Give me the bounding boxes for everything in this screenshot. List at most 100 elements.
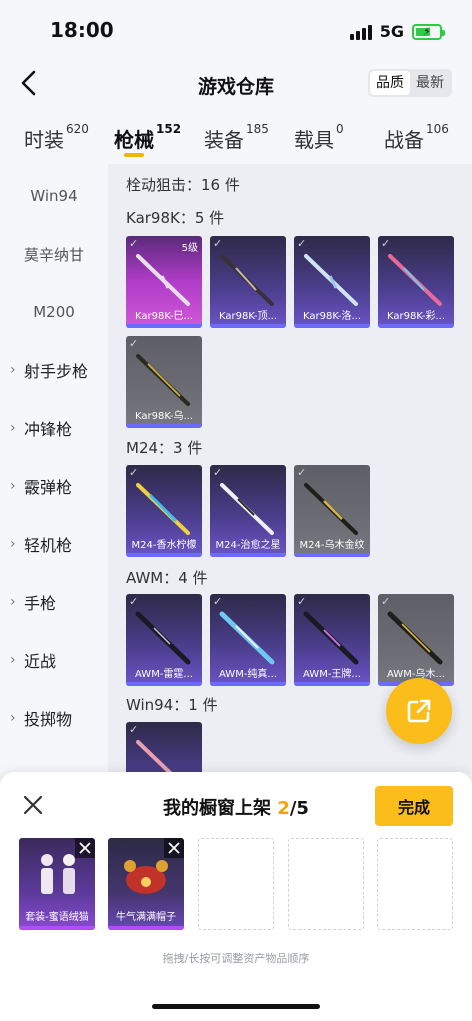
tab-count: 620 (66, 122, 89, 136)
sidebar-item-smg[interactable]: › 冲锋枪 (0, 406, 108, 450)
rarity-bar (108, 926, 184, 930)
tab-label: 枪械 (114, 128, 154, 152)
group-title-awm: AWM：4 件 (126, 569, 208, 587)
item-card[interactable]: ✓ AWM-王牌... (294, 594, 370, 686)
tab-outfits[interactable]: 时装 620 (24, 122, 89, 153)
item-name: Kar98K-彩... (387, 311, 445, 322)
battery-icon: ⚡ (412, 23, 445, 40)
back-button[interactable] (14, 68, 44, 98)
item-name: AWM-雷霆... (135, 669, 193, 680)
sidebar-item-win94[interactable]: Win94 (0, 174, 108, 218)
sidebar-item-label: 冲锋枪 (24, 420, 73, 439)
item-card[interactable]: ✓ M24-乌木金纹 (294, 465, 370, 557)
tab-supplies[interactable]: 战备 106 (384, 122, 449, 153)
signal-icon (349, 24, 372, 40)
close-icon (168, 842, 180, 854)
sidebar-item-shotgun[interactable]: › 霰弹枪 (0, 464, 108, 508)
item-card[interactable]: ✓ Kar98K-顶... (210, 236, 286, 328)
item-card[interactable]: ✓ (126, 722, 202, 774)
item-card[interactable]: ✓ Kar98K-乌... (126, 336, 202, 428)
sidebar-item-label: 射手步枪 (24, 362, 89, 381)
item-name: M24-治愈之星 (215, 540, 281, 551)
sidebar-item-label: 近战 (24, 652, 57, 671)
rarity-bar (210, 682, 286, 686)
item-name: Kar98K-洛... (303, 311, 361, 322)
showcase-sheet: 我的橱窗上架 2/5 完成 套装-蜜语绒猫 牛气满满帽子 拖拽/长按可调整资产物… (0, 772, 472, 1021)
category-tabs: 时装 620 枪械 152 装备 185 载具 0 战备 106 (0, 108, 472, 164)
sidebar-item-dmr[interactable]: › 射手步枪 (0, 348, 108, 392)
tab-label: 时装 (24, 128, 64, 152)
share-button[interactable] (386, 678, 452, 744)
status-time: 18:00 (50, 18, 114, 42)
item-name: M24-香水柠檬 (131, 540, 197, 551)
empty-slot[interactable] (377, 838, 453, 930)
close-icon (23, 795, 43, 815)
item-name: AWM-纯真... (219, 669, 277, 680)
tab-label: 载具 (294, 128, 334, 152)
item-name: Kar98K-乌... (135, 411, 193, 422)
sidebar-item-label: 轻机枪 (24, 536, 73, 555)
item-card[interactable]: ✓ M24-香水柠檬 (126, 465, 202, 557)
sidebar-item-label: 投掷物 (24, 710, 73, 729)
sidebar-item-throwable[interactable]: › 投掷物 (0, 696, 108, 740)
showcase-slot[interactable]: 套装-蜜语绒猫 (19, 838, 95, 930)
rifle-icon (136, 483, 190, 535)
rifle-icon (387, 611, 443, 665)
showcase-title-text: 我的橱窗上架 (163, 798, 278, 819)
tab-vehicles[interactable]: 载具 0 (294, 122, 344, 153)
rarity-bar (294, 553, 370, 557)
active-tab-indicator (124, 153, 144, 157)
rifle-icon (136, 740, 175, 774)
empty-slot[interactable] (198, 838, 274, 930)
home-indicator[interactable] (152, 1004, 320, 1009)
sidebar-item-mosin[interactable]: 莫辛纳甘 (0, 232, 108, 276)
rifle-icon (135, 611, 191, 665)
item-card[interactable]: ✓ AWM-雷霆... (126, 594, 202, 686)
showcase-total: /5 (289, 798, 309, 819)
tab-equipment[interactable]: 装备 185 (204, 122, 269, 153)
status-bar: 18:00 5G ⚡ (0, 0, 472, 62)
remove-button[interactable] (75, 838, 95, 858)
item-card[interactable]: ✓ AWM-纯真... (210, 594, 286, 686)
item-card[interactable]: ✓ Kar98K-洛... (294, 236, 370, 328)
tab-label: 战备 (384, 128, 424, 152)
group-title-win94: Win94：1 件 (126, 696, 218, 714)
rifle-icon (304, 254, 358, 306)
rarity-bar (210, 324, 286, 328)
showcase-count: 2 (277, 798, 290, 819)
close-button[interactable] (20, 792, 46, 818)
remove-button[interactable] (164, 838, 184, 858)
rifle-icon (136, 254, 190, 306)
item-name: AWM-王牌... (303, 669, 361, 680)
tab-count: 0 (336, 122, 344, 136)
sidebar-item-melee[interactable]: › 近战 (0, 638, 108, 682)
tab-guns[interactable]: 枪械 152 (114, 122, 182, 153)
rifle-icon (220, 483, 274, 535)
rifle-icon (220, 254, 274, 306)
sort-newest-button[interactable]: 最新 (410, 71, 450, 95)
sort-quality-button[interactable]: 品质 (370, 71, 410, 95)
rarity-bar (126, 424, 202, 428)
rifle-icon (303, 611, 359, 665)
chevron-right-icon: › (10, 652, 16, 668)
group-title-m24: M24：3 件 (126, 439, 203, 457)
header: 游戏仓库 品质 最新 (0, 62, 472, 108)
sidebar-item-m200[interactable]: M200 (0, 290, 108, 334)
rarity-bar (378, 324, 454, 328)
item-card[interactable]: ✓ 5级 Kar98K-巳... (126, 236, 202, 328)
rarity-bar (126, 553, 202, 557)
status-icons: 5G ⚡ (349, 22, 445, 41)
item-card[interactable]: ✓ Kar98K-彩... (378, 236, 454, 328)
item-card[interactable]: ✓ AWM-乌木... (378, 594, 454, 686)
empty-slot[interactable] (288, 838, 364, 930)
sidebar-item-pistol[interactable]: › 手枪 (0, 580, 108, 624)
tab-count: 106 (426, 122, 449, 136)
item-card[interactable]: ✓ M24-治愈之星 (210, 465, 286, 557)
sidebar-item-lmg[interactable]: › 轻机枪 (0, 522, 108, 566)
rifle-icon (136, 354, 190, 406)
sidebar-item-label: 霰弹枪 (24, 478, 73, 497)
showcase-slot[interactable]: 牛气满满帽子 (108, 838, 184, 930)
tab-count: 152 (156, 122, 182, 136)
chevron-right-icon: › (10, 420, 16, 436)
done-button[interactable]: 完成 (375, 786, 453, 826)
